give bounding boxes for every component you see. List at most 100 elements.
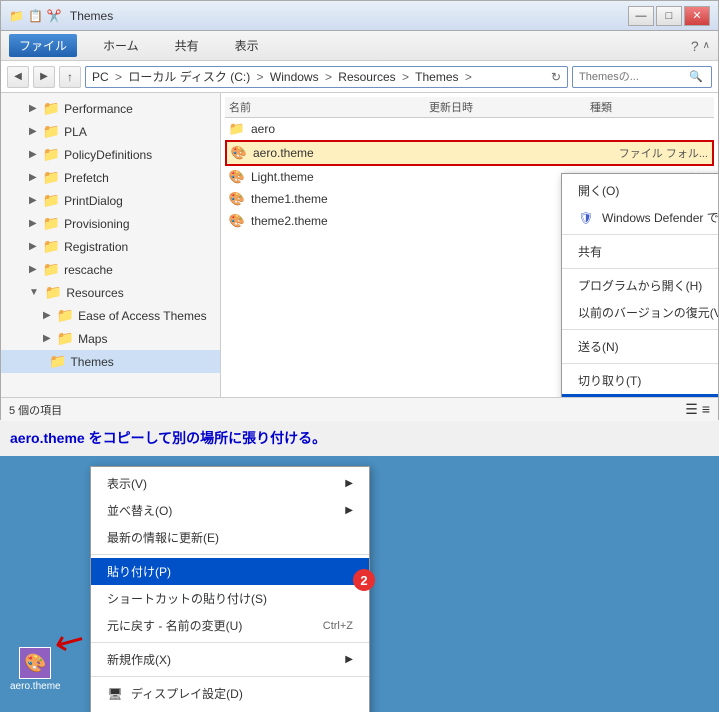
file-entry-aero[interactable]: 📁 aero (225, 118, 714, 140)
detail-view-icon[interactable]: ≡ (702, 401, 710, 418)
ctx-restore-version-label: 以前のバージョンの復元(V) (578, 304, 718, 321)
ctx-sort-label: 並べ替え(O) (107, 502, 172, 519)
ctx-view[interactable]: 表示(V) ▶ (91, 470, 369, 497)
ctx-open-with-label: プログラムから開く(H) (578, 277, 702, 294)
desktop-section: 表示(V) ▶ 並べ替え(O) ▶ 最新の情報に更新(E) 貼り付け(P) 2 … (0, 456, 719, 712)
ctx-send-to[interactable]: 送る(N) ▶ (562, 333, 718, 360)
ctx-paste-shortcut[interactable]: ショートカットの貼り付け(S) (91, 585, 369, 612)
maximize-button[interactable]: □ (656, 6, 682, 26)
home-tab[interactable]: ホーム (93, 33, 149, 58)
sidebar-item-provisioning[interactable]: ▶ 📁 Provisioning (1, 212, 220, 235)
expand-arrow: ▶ (29, 126, 37, 137)
ctx-copy[interactable]: コピー(C) 1 (562, 394, 718, 397)
theme-icon: 🎨 (231, 145, 247, 161)
ctx-share[interactable]: 共有 ▶ (562, 238, 718, 265)
help-icon: ? (691, 38, 699, 54)
file-tab[interactable]: ファイル (9, 34, 77, 57)
ctx-separator (562, 329, 718, 330)
ctx-separator (562, 363, 718, 364)
close-button[interactable]: ✕ (684, 6, 710, 26)
ctx-share-label: 共有 (578, 243, 602, 260)
file-entry-aero-theme[interactable]: 🎨 aero.theme ファイル フォル... (225, 140, 714, 166)
sidebar-item-maps[interactable]: ▶ 📁 Maps (1, 327, 220, 350)
ctx-paste[interactable]: 貼り付け(P) 2 (91, 558, 369, 585)
file-name: Light.theme (251, 170, 314, 184)
sidebar-item-policydefs[interactable]: ▶ 📁 PolicyDefinitions (1, 143, 220, 166)
ribbon: ファイル ホーム 共有 表示 ? ∧ (1, 31, 718, 61)
folder-icon: 📁 (43, 192, 60, 209)
expand-arrow: ▶ (29, 195, 37, 206)
up-button[interactable]: ↑ (59, 66, 81, 88)
theme-icon: 🎨 (229, 213, 245, 229)
sidebar-item-printdialog[interactable]: ▶ 📁 PrintDialog (1, 189, 220, 212)
expand-arrow: ▶ (29, 149, 37, 160)
folder-icon: 📁 (45, 284, 62, 301)
ctx-paste-label: 貼り付け(P) (107, 563, 171, 580)
back-button[interactable]: ◀ (7, 66, 29, 88)
collapse-ribbon-icon[interactable]: ∧ (703, 40, 710, 51)
view-tab[interactable]: 表示 (225, 33, 269, 58)
sidebar-item-label: PLA (64, 125, 87, 139)
ctx-personalize[interactable]: 🖼 個人用設定(R) (91, 707, 369, 712)
file-name: theme2.theme (251, 214, 328, 228)
sidebar-item-pla[interactable]: ▶ 📁 PLA (1, 120, 220, 143)
sidebar-item-label: PrintDialog (64, 194, 123, 208)
ctx-separator (91, 676, 369, 677)
col-date-header[interactable]: 更新日時 (429, 99, 590, 115)
sidebar-item-resources[interactable]: ▼ 📁 Resources (1, 281, 220, 304)
context-menu-1: 開く(O) 🛡 Windows Defender でスキャンする... 共有 ▶… (561, 173, 718, 397)
sidebar-item-performance[interactable]: ▶ 📁 Performance (1, 97, 220, 120)
explorer-window: 📁 📋 ✂️ Themes — □ ✕ ファイル ホーム 共有 表示 ? ∧ ◀… (0, 0, 719, 420)
sidebar-item-label: Provisioning (64, 217, 129, 231)
file-list: 名前 更新日時 種類 📁 aero 🎨 aero.theme ファイル フォル.… (221, 93, 718, 397)
address-path[interactable]: PC > ローカル ディスク (C:) > Windows > Resource… (85, 66, 568, 88)
ctx-cut[interactable]: 切り取り(T) (562, 367, 718, 394)
theme-icon: 🎨 (229, 169, 245, 185)
ctx-cut-label: 切り取り(T) (578, 372, 641, 389)
ctx-defender[interactable]: 🛡 Windows Defender でスキャンする... (562, 204, 718, 231)
folder-icon: 📁 (49, 353, 66, 370)
theme-icon: 🎨 (229, 191, 245, 207)
ctx-paste-shortcut-label: ショートカットの貼り付け(S) (107, 590, 267, 607)
path-text: PC > ローカル ディスク (C:) > Windows > Resource… (92, 68, 475, 85)
ctx-new-label: 新規作成(X) (107, 651, 171, 668)
sidebar-item-label: Performance (64, 102, 133, 116)
search-box[interactable]: 🔍 (572, 66, 712, 88)
folder-icon: 📁 (229, 121, 245, 137)
minimize-button[interactable]: — (628, 6, 654, 26)
window-title: Themes (70, 9, 628, 23)
expand-arrow: ▶ (29, 241, 37, 252)
ctx-shortcut-key: Ctrl+Z (323, 620, 353, 632)
refresh-icon[interactable]: ↻ (551, 70, 561, 84)
ctx-refresh[interactable]: 最新の情報に更新(E) (91, 524, 369, 551)
ctx-undo[interactable]: 元に戻す - 名前の変更(U) Ctrl+Z (91, 612, 369, 639)
expand-arrow: ▶ (29, 103, 37, 114)
ctx-open-with[interactable]: プログラムから開く(H) ▶ (562, 272, 718, 299)
ctx-restore-version[interactable]: 以前のバージョンの復元(V) (562, 299, 718, 326)
sidebar-item-label: Maps (78, 332, 107, 346)
file-name: aero (251, 122, 275, 136)
folder-icon: 📁 (43, 169, 60, 186)
sidebar-item-themes[interactable]: 📁 Themes (1, 350, 220, 373)
share-tab[interactable]: 共有 (165, 33, 209, 58)
desktop-file-icon[interactable]: 🎨 aero.theme (10, 647, 61, 692)
instruction-label: aero.theme をコピーして別の場所に張り付ける。 (10, 430, 326, 446)
status-count: 5 個の項目 (9, 402, 62, 418)
ctx-display-settings[interactable]: 🖥 ディスプレイ設定(D) (91, 680, 369, 707)
ctx-open[interactable]: 開く(O) (562, 177, 718, 204)
ctx-sort[interactable]: 並べ替え(O) ▶ (91, 497, 369, 524)
col-type-header[interactable]: 種類 (590, 99, 710, 115)
search-input[interactable] (579, 71, 689, 83)
ctx-separator (91, 642, 369, 643)
sidebar-item-rescache[interactable]: ▶ 📁 rescache (1, 258, 220, 281)
submenu-arrow: ▶ (345, 505, 353, 516)
ctx-open-label: 開く(O) (578, 182, 619, 199)
forward-button[interactable]: ▶ (33, 66, 55, 88)
ctx-new[interactable]: 新規作成(X) ▶ (91, 646, 369, 673)
file-list-header: 名前 更新日時 種類 (225, 97, 714, 118)
sidebar-item-prefetch[interactable]: ▶ 📁 Prefetch (1, 166, 220, 189)
sidebar-item-ease-of-access[interactable]: ▶ 📁 Ease of Access Themes (1, 304, 220, 327)
list-view-icon[interactable]: ☰ (685, 401, 698, 418)
col-name-header[interactable]: 名前 (229, 99, 429, 115)
sidebar-item-registration[interactable]: ▶ 📁 Registration (1, 235, 220, 258)
